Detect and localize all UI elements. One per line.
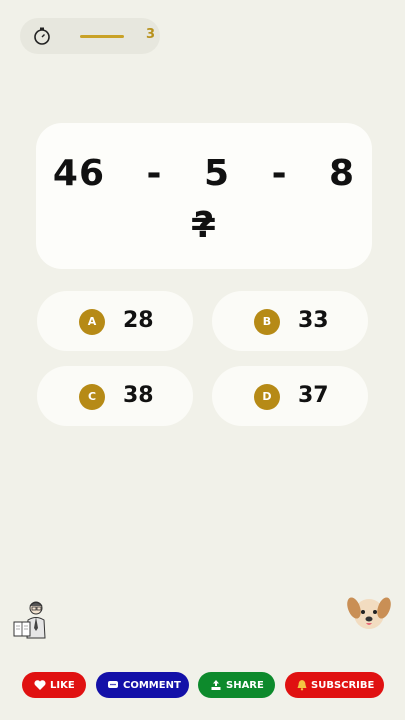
dog-mascot-icon <box>347 597 391 629</box>
answer-letter-badge: B <box>254 309 280 335</box>
share-icon <box>211 680 221 690</box>
teacher-mascot-icon <box>13 601 46 639</box>
answer-letter-badge: D <box>254 384 280 410</box>
answer-value: 38 <box>123 383 154 408</box>
comment-button[interactable]: COMMENT <box>96 672 189 698</box>
answer-option-a[interactable]: A 28 <box>37 291 193 351</box>
like-button[interactable]: LIKE <box>22 672 86 698</box>
answer-letter-badge: C <box>79 384 105 410</box>
subscribe-label: SUBSCRIBE <box>311 680 375 691</box>
answer-value: 37 <box>298 383 329 408</box>
answer-letter-badge: A <box>79 309 105 335</box>
comment-icon <box>108 681 118 688</box>
quiz-screen: 3 46 - 5 - 8 = ? A 28 B 33 C 38 D 37 LIK… <box>0 0 405 720</box>
answer-option-d[interactable]: D 37 <box>212 366 368 426</box>
subscribe-button[interactable]: SUBSCRIBE <box>285 672 384 698</box>
timer-pill: 3 <box>20 18 160 54</box>
heart-icon <box>34 680 46 690</box>
comment-label: COMMENT <box>123 680 181 691</box>
share-button[interactable]: SHARE <box>198 672 275 698</box>
timer-progress-bar <box>80 35 124 38</box>
stopwatch-icon <box>34 27 50 45</box>
question-unknown: ? <box>193 205 215 246</box>
answer-option-c[interactable]: C 38 <box>37 366 193 426</box>
bell-icon <box>297 680 307 691</box>
answer-value: 28 <box>123 308 154 333</box>
answer-option-b[interactable]: B 33 <box>212 291 368 351</box>
timer-count: 3 <box>146 27 156 42</box>
question-card: 46 - 5 - 8 = ? <box>36 123 372 269</box>
share-label: SHARE <box>226 680 264 691</box>
answer-value: 33 <box>298 308 329 333</box>
like-label: LIKE <box>50 680 75 691</box>
